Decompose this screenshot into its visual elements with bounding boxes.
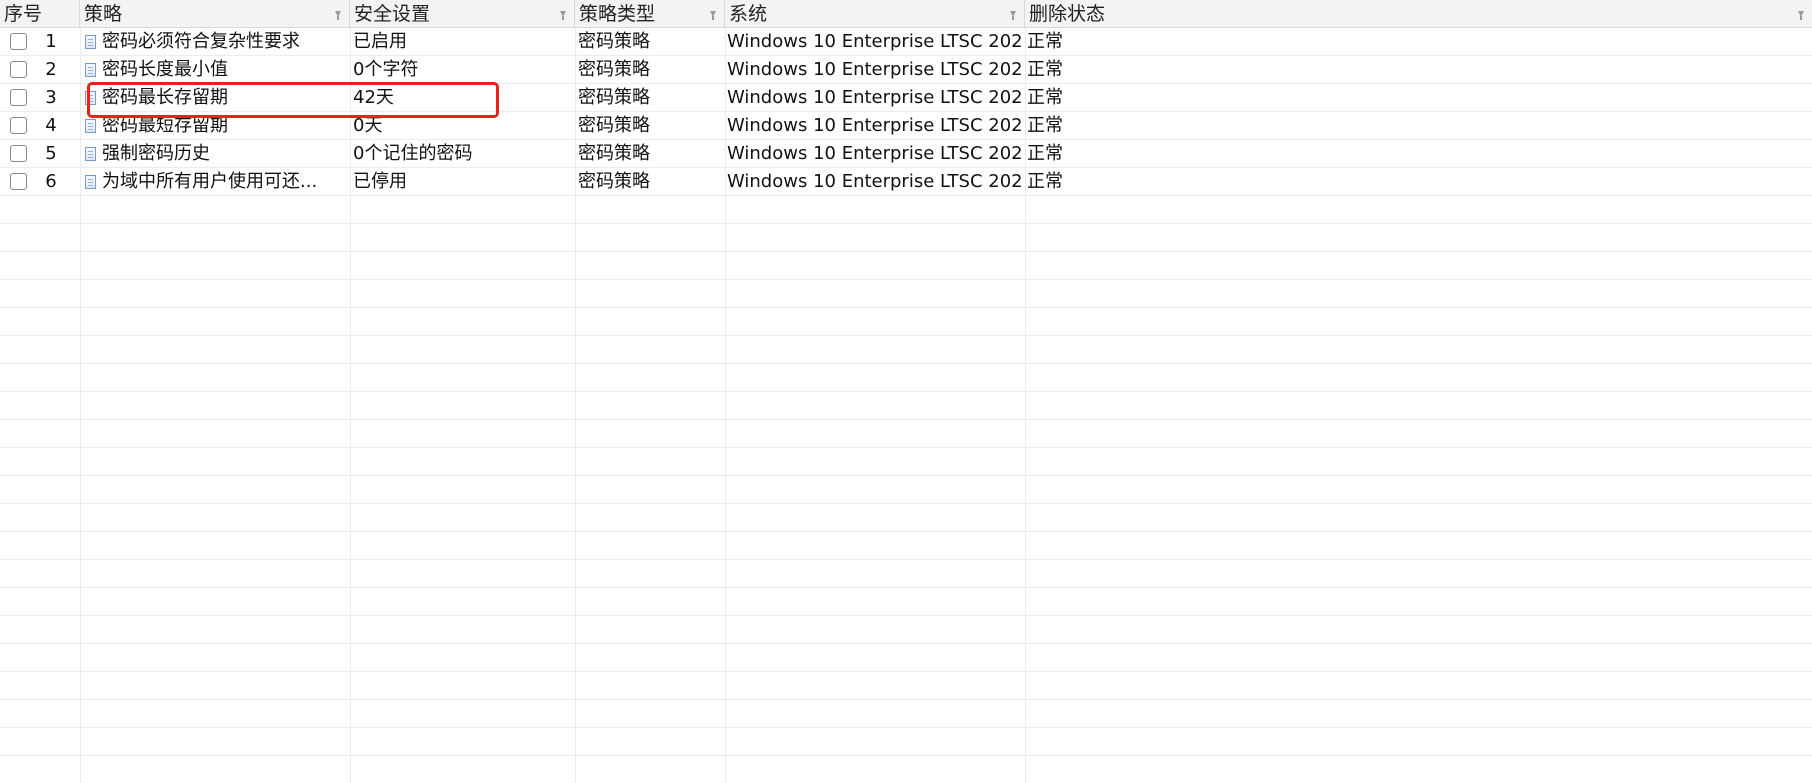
filter-icon[interactable] bbox=[710, 11, 716, 20]
policy-type: 密码策略 bbox=[578, 59, 650, 80]
table-row[interactable]: 4 密码最短存留期 0天 密码策略 Windows 10 Enterprise LTSC… bbox=[0, 112, 1812, 140]
table-row[interactable]: 5 强制密码历史 0个记住的密码 密码策略 Windows 10 Enterprise … bbox=[0, 140, 1812, 168]
delete-status: 正常 bbox=[1027, 143, 1063, 164]
row-divider bbox=[0, 475, 1812, 476]
row-select-checkbox[interactable] bbox=[10, 173, 27, 190]
row-divider bbox=[0, 335, 1812, 336]
security-setting: 已停用 bbox=[353, 171, 407, 192]
row-divider bbox=[0, 503, 1812, 504]
column-header-system[interactable]: 系统 bbox=[725, 0, 1025, 28]
policy-name: 密码长度最小值 bbox=[102, 59, 228, 80]
row-divider bbox=[0, 587, 1812, 588]
column-header-policy-type[interactable]: 策略类型 bbox=[575, 0, 725, 28]
policy-type: 密码策略 bbox=[578, 31, 650, 52]
system-name: Windows 10 Enterprise LTSC 2021 bbox=[727, 115, 1023, 136]
policy-type: 密码策略 bbox=[578, 115, 650, 136]
policy-name: 密码最长存留期 bbox=[102, 87, 228, 108]
security-setting: 0个字符 bbox=[353, 59, 419, 80]
row-divider bbox=[0, 559, 1812, 560]
table-row[interactable]: 1 密码必须符合复杂性要求 已启用 密码策略 Windows 10 Enterprise… bbox=[0, 28, 1812, 56]
delete-status: 正常 bbox=[1027, 59, 1063, 80]
row-divider bbox=[0, 699, 1812, 700]
delete-status: 正常 bbox=[1027, 171, 1063, 192]
filter-icon[interactable] bbox=[1010, 11, 1016, 20]
column-header-label: 策略 bbox=[84, 3, 123, 25]
document-icon bbox=[85, 35, 96, 49]
row-select-checkbox[interactable] bbox=[10, 145, 27, 162]
document-icon bbox=[85, 147, 96, 161]
column-header-index[interactable]: 序号 bbox=[0, 0, 80, 28]
table-row[interactable]: 3 密码最长存留期 42天 密码策略 Windows 10 Enterprise LTS… bbox=[0, 84, 1812, 112]
row-divider bbox=[0, 643, 1812, 644]
column-header-policy[interactable]: 策略 bbox=[80, 0, 350, 28]
document-icon bbox=[85, 119, 96, 133]
row-select-checkbox[interactable] bbox=[10, 117, 27, 134]
security-setting: 42天 bbox=[353, 87, 394, 108]
security-setting: 已启用 bbox=[353, 31, 407, 52]
filter-icon[interactable] bbox=[335, 11, 341, 20]
security-setting: 0天 bbox=[353, 115, 383, 136]
row-index: 3 bbox=[45, 87, 57, 108]
filter-icon[interactable] bbox=[1798, 11, 1804, 20]
document-icon bbox=[85, 63, 96, 77]
policy-type: 密码策略 bbox=[578, 143, 650, 164]
row-divider bbox=[0, 615, 1812, 616]
delete-status: 正常 bbox=[1027, 87, 1063, 108]
row-index: 1 bbox=[45, 31, 57, 52]
row-divider bbox=[0, 671, 1812, 672]
column-header-delete-status[interactable]: 删除状态 bbox=[1025, 0, 1812, 28]
row-index: 2 bbox=[45, 59, 57, 80]
system-name: Windows 10 Enterprise LTSC 2021 bbox=[727, 31, 1023, 52]
security-setting: 0个记住的密码 bbox=[353, 143, 473, 164]
row-divider bbox=[0, 391, 1812, 392]
row-select-checkbox[interactable] bbox=[10, 33, 27, 50]
column-header-label: 删除状态 bbox=[1029, 3, 1106, 25]
row-select-checkbox[interactable] bbox=[10, 89, 27, 106]
system-name: Windows 10 Enterprise LTSC 2021 bbox=[727, 59, 1023, 80]
row-divider bbox=[0, 363, 1812, 364]
row-divider bbox=[0, 419, 1812, 420]
table-row[interactable]: 6 为域中所有用户使用可还... 已停用 密码策略 Windows 10 Enterpr… bbox=[0, 168, 1812, 196]
delete-status: 正常 bbox=[1027, 115, 1063, 136]
policy-type: 密码策略 bbox=[578, 87, 650, 108]
filter-icon[interactable] bbox=[560, 11, 566, 20]
row-index: 6 bbox=[45, 171, 57, 192]
system-name: Windows 10 Enterprise LTSC 2021 bbox=[727, 171, 1023, 192]
row-divider bbox=[0, 251, 1812, 252]
row-index: 4 bbox=[45, 115, 57, 136]
document-icon bbox=[85, 91, 96, 105]
column-header-label: 安全设置 bbox=[354, 3, 431, 25]
column-header-label: 序号 bbox=[4, 3, 43, 25]
policy-type: 密码策略 bbox=[578, 171, 650, 192]
column-header-label: 系统 bbox=[729, 3, 768, 25]
row-divider bbox=[0, 223, 1812, 224]
row-divider bbox=[0, 755, 1812, 756]
row-divider bbox=[0, 307, 1812, 308]
table-row[interactable]: 2 密码长度最小值 0个字符 密码策略 Windows 10 Enterprise LT… bbox=[0, 56, 1812, 84]
column-header-label: 策略类型 bbox=[579, 3, 656, 25]
grid-header: 序号 策略 安全设置 策略类型 系统 删除状态 bbox=[0, 0, 1812, 28]
row-index: 5 bbox=[45, 143, 57, 164]
row-divider bbox=[0, 531, 1812, 532]
column-header-security-setting[interactable]: 安全设置 bbox=[350, 0, 575, 28]
policy-name: 密码必须符合复杂性要求 bbox=[102, 31, 300, 52]
policy-name: 强制密码历史 bbox=[102, 143, 210, 164]
system-name: Windows 10 Enterprise LTSC 2021 bbox=[727, 143, 1023, 164]
policy-grid: 序号 策略 安全设置 策略类型 系统 删除状态 1 密码必须符合复杂性要求 已启用密… bbox=[0, 0, 1812, 783]
row-divider bbox=[0, 727, 1812, 728]
policy-name: 密码最短存留期 bbox=[102, 115, 228, 136]
row-select-checkbox[interactable] bbox=[10, 61, 27, 78]
policy-name: 为域中所有用户使用可还... bbox=[102, 171, 318, 192]
delete-status: 正常 bbox=[1027, 31, 1063, 52]
row-divider bbox=[0, 279, 1812, 280]
row-divider bbox=[0, 447, 1812, 448]
system-name: Windows 10 Enterprise LTSC 2021 bbox=[727, 87, 1023, 108]
document-icon bbox=[85, 175, 96, 189]
